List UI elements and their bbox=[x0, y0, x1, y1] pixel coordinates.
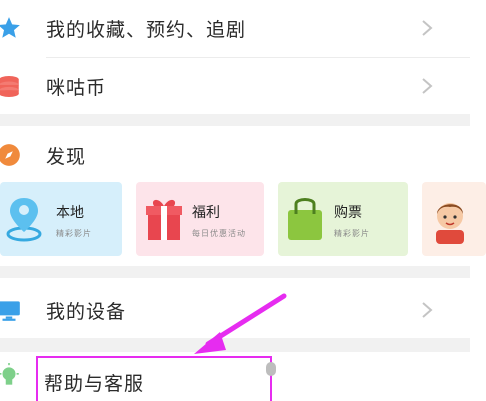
settings-menu-page: 我的收藏、预约、追剧 咪咕币 发现 本地 精彩影片 福利 每日优惠活动 购票 精… bbox=[0, 0, 486, 401]
chevron-right-icon bbox=[422, 20, 433, 36]
chevron-right-icon bbox=[422, 78, 433, 94]
discover-card-title: 购票 bbox=[334, 205, 362, 221]
section-gap bbox=[0, 266, 470, 278]
star-icon bbox=[0, 17, 20, 38]
chevron-right-icon bbox=[422, 302, 433, 318]
discover-card-title: 本地 bbox=[56, 205, 84, 221]
menu-item-favorites[interactable]: 我的收藏、预约、追剧 bbox=[0, 0, 470, 56]
avatar-icon bbox=[436, 203, 464, 244]
menu-item-coins-label: 咪咕币 bbox=[46, 76, 107, 99]
coins-stack-icon bbox=[0, 76, 19, 98]
menu-item-help-label: 帮助与客服 bbox=[44, 373, 145, 395]
discover-card-subtitle: 精彩影片 bbox=[334, 229, 370, 238]
discover-card-subtitle: 每日优惠活动 bbox=[192, 229, 246, 238]
gift-box-icon bbox=[146, 199, 182, 240]
section-header-discover: 发现 bbox=[0, 128, 470, 182]
annotation-arrow-icon bbox=[194, 293, 287, 354]
discover-card-subtitle: 精彩影片 bbox=[56, 229, 92, 238]
discover-card-more[interactable] bbox=[422, 182, 486, 256]
location-pin-icon bbox=[6, 198, 42, 242]
discover-card-welfare[interactable]: 福利 每日优惠活动 bbox=[136, 182, 264, 256]
menu-item-coins[interactable]: 咪咕币 bbox=[0, 58, 470, 114]
discover-card-title: 福利 bbox=[192, 205, 220, 221]
shopping-bag-icon bbox=[288, 198, 322, 240]
discover-cards: 本地 精彩影片 福利 每日优惠活动 购票 精彩影片 bbox=[0, 182, 486, 256]
menu-item-favorites-label: 我的收藏、预约、追剧 bbox=[46, 18, 247, 41]
discover-card-tickets[interactable]: 购票 精彩影片 bbox=[278, 182, 408, 256]
discover-card-local[interactable]: 本地 精彩影片 bbox=[0, 182, 122, 256]
lightbulb-icon bbox=[0, 363, 19, 385]
section-gap bbox=[0, 114, 470, 126]
compass-icon bbox=[0, 144, 20, 166]
menu-item-devices-label: 我的设备 bbox=[46, 300, 127, 323]
discover-title: 发现 bbox=[46, 145, 87, 168]
monitor-icon bbox=[0, 301, 20, 321]
